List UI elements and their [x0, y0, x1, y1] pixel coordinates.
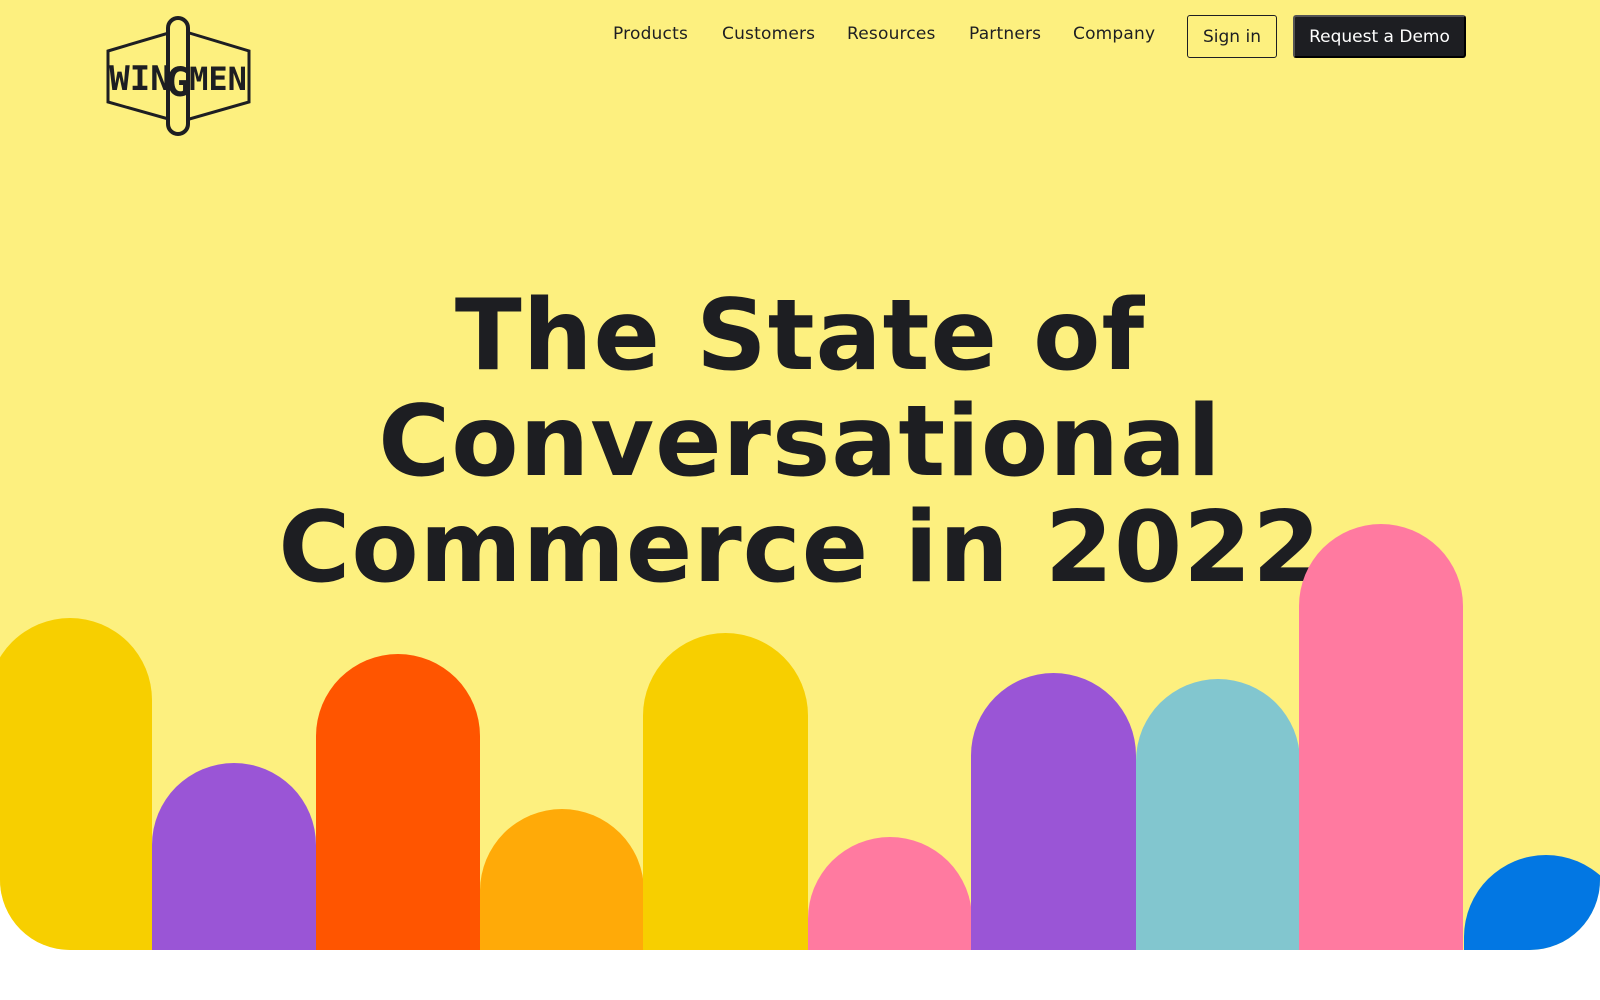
decorative-pill — [808, 837, 972, 950]
decorative-pill — [643, 633, 808, 950]
decorative-pill — [152, 763, 316, 950]
decorative-pill — [480, 809, 644, 950]
decorative-pill — [316, 654, 480, 950]
decorative-pill — [1464, 855, 1600, 950]
decorative-pill — [971, 673, 1136, 950]
hero-section: WIN MEN G Products Customers Resources P… — [0, 0, 1600, 950]
decorative-pill — [1136, 679, 1300, 950]
decorative-pills — [0, 524, 1600, 950]
decorative-pill — [0, 618, 152, 950]
decorative-pill — [1299, 524, 1463, 950]
